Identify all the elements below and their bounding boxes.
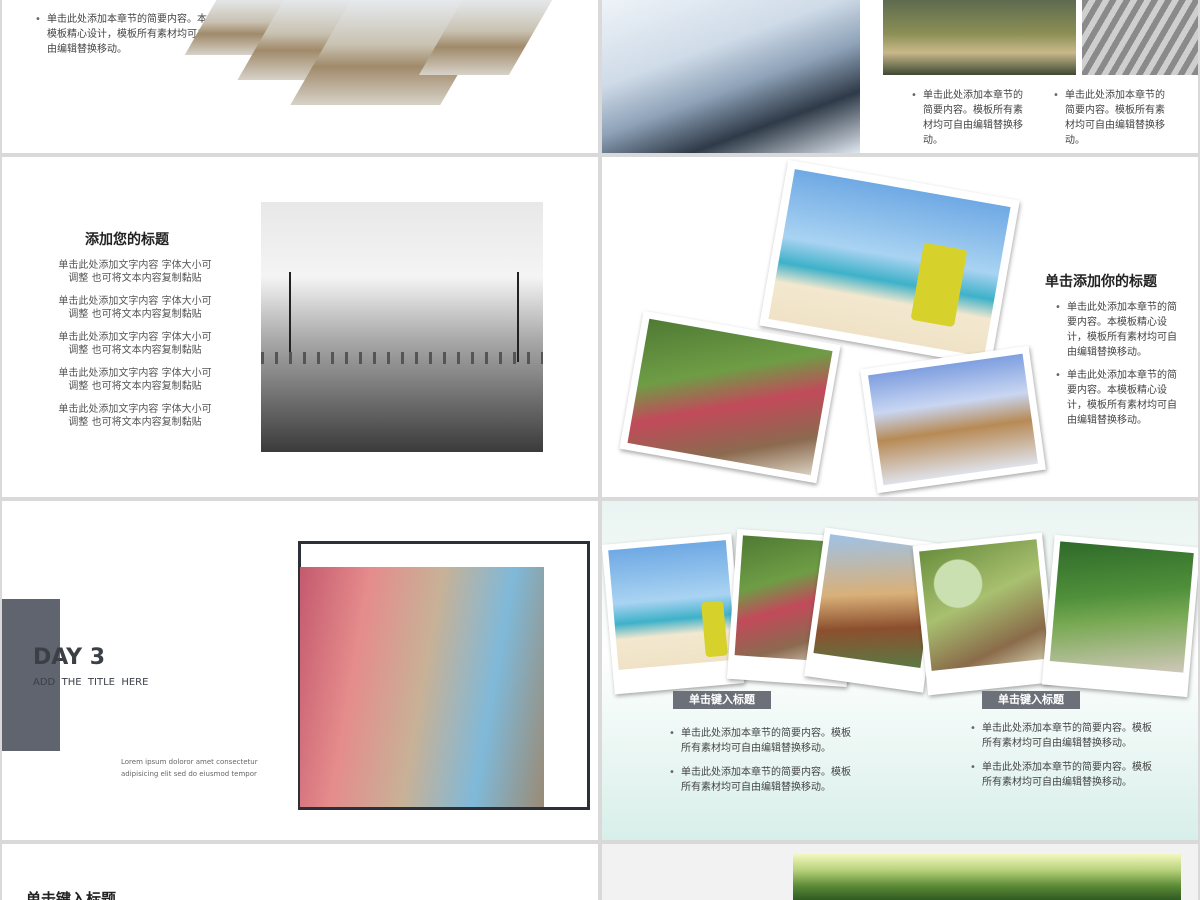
slide-6-frame-ivy xyxy=(1041,534,1198,698)
slide-6-beach-photo xyxy=(608,540,737,670)
slide-8[interactable] xyxy=(602,844,1198,900)
slide-5-street-photo xyxy=(300,567,544,807)
slide-6-frame-beach xyxy=(602,533,745,695)
slide-6-ivy-photo xyxy=(1049,541,1194,673)
slide-6-left-bullet: 单击此处添加本章节的简要内容。模板所有素材均可自由编辑替换移动。 xyxy=(669,765,851,795)
slide-7-title: 单击键入标题 xyxy=(26,890,117,900)
slide-2-mountain-photo xyxy=(602,0,860,153)
slide-4-louvre-frame xyxy=(860,345,1046,494)
slide-4-bullet: 单击此处添加本章节的简要内容。本模板精心设计，模板所有素材均可自由编辑替换移动。 xyxy=(1055,300,1179,360)
pier-lamp xyxy=(517,272,519,362)
pier-lamp xyxy=(289,272,291,362)
slide-4-title: 单击添加你的标题 xyxy=(1045,274,1157,290)
slide-2[interactable]: 单击此处添加本章节的简要内容。模板所有素材均可自由编辑替换移动。 单击此处添加本… xyxy=(602,0,1198,153)
slide-6[interactable]: 单击键入标题 单击键入标题 单击此处添加本章节的简要内容。模板所有素材均可自由编… xyxy=(602,501,1198,840)
slide-4-beach-photo xyxy=(768,169,1011,357)
slide-3-text-line: 单击此处添加文字内容 字体大小可调整 也可将文本内容复制黏贴 xyxy=(58,404,212,428)
suitcase-icon xyxy=(701,600,728,658)
slide-3-text-line: 单击此处添加文字内容 字体大小可调整 也可将文本内容复制黏贴 xyxy=(58,368,212,392)
slide-3-text-line: 单击此处添加文字内容 字体大小可调整 也可将文本内容复制黏贴 xyxy=(58,332,212,356)
slide-4[interactable]: 单击添加你的标题 单击此处添加本章节的简要内容。本模板精心设计，模板所有素材均可… xyxy=(602,157,1198,497)
slide-6-frame-bokeh xyxy=(912,532,1058,696)
slide-1-bullet: 单击此处添加本章节的简要内容。本模板精心设计，模板所有素材均可自由编辑替换移动。 xyxy=(35,12,207,57)
slide-6-right-tag: 单击键入标题 xyxy=(982,691,1080,709)
slide-4-louvre-photo xyxy=(868,353,1038,486)
slide-3-text-line: 单击此处添加文字内容 字体大小可调整 也可将文本内容复制黏贴 xyxy=(58,296,212,320)
slide-6-right-bullet: 单击此处添加本章节的简要内容。模板所有素材均可自由编辑替换移动。 xyxy=(970,721,1152,751)
slide-5-lorem: Lorem ipsum doloror amet consectetur adi… xyxy=(121,758,258,778)
slide-1[interactable]: 单击此处添加本章节的简要内容。本模板精心设计，模板所有素材均可自由编辑替换移动。 xyxy=(2,0,598,153)
slide-5-grey-bar xyxy=(2,599,60,751)
slide-3-title: 添加您的标题 xyxy=(85,232,169,248)
pier-railing xyxy=(261,352,543,364)
slide-2-rail-photo xyxy=(1082,0,1198,75)
slide-4-bullet: 单击此处添加本章节的简要内容。本模板精心设计，模板所有素材均可自由编辑替换移动。 xyxy=(1055,368,1179,428)
slide-8-forest-photo xyxy=(793,854,1181,900)
slide-4-beach-frame xyxy=(759,159,1020,367)
slide-2-forest-photo xyxy=(883,0,1076,75)
slide-4-flowers-photo xyxy=(627,318,833,476)
slide-5[interactable]: DAY 3 ADD THE TITLE HERE Lorem ipsum dol… xyxy=(2,501,598,840)
slide-3-pier-photo xyxy=(261,202,543,452)
slide-5-subtitle: ADD THE TITLE HERE xyxy=(33,677,149,688)
slide-3[interactable]: 添加您的标题 单击此处添加文字内容 字体大小可调整 也可将文本内容复制黏贴 单击… xyxy=(2,157,598,497)
slide-5-day-label: DAY 3 xyxy=(33,645,106,670)
suitcase-icon xyxy=(910,242,968,328)
slide-7[interactable]: 单击键入标题 xyxy=(2,844,598,900)
slide-6-right-bullet: 单击此处添加本章节的简要内容。模板所有素材均可自由编辑替换移动。 xyxy=(970,760,1152,790)
slide-2-bullet: 单击此处添加本章节的简要内容。模板所有素材均可自由编辑替换移动。 xyxy=(1053,88,1170,148)
slide-4-flowers-frame xyxy=(619,310,841,484)
slide-6-bokeh-photo xyxy=(919,539,1050,671)
slide-6-left-tag: 单击键入标题 xyxy=(673,691,771,709)
slide-3-text-line: 单击此处添加文字内容 字体大小可调整 也可将文本内容复制黏贴 xyxy=(58,260,212,284)
slide-2-bullet: 单击此处添加本章节的简要内容。模板所有素材均可自由编辑替换移动。 xyxy=(911,88,1028,148)
slide-6-left-bullet: 单击此处添加本章节的简要内容。模板所有素材均可自由编辑替换移动。 xyxy=(669,726,851,756)
